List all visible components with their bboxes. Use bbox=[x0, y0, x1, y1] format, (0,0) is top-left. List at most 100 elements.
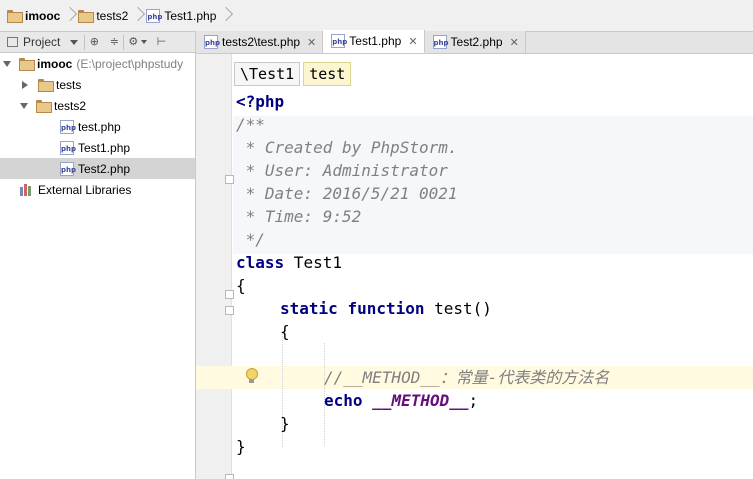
breadcrumb-separator bbox=[65, 4, 73, 28]
breadcrumb-separator bbox=[133, 4, 141, 28]
code-line: * Date: 2016/5/21 0021 bbox=[236, 182, 458, 205]
tree-item-tests2[interactable]: tests2 bbox=[0, 95, 195, 116]
method-signature: test() bbox=[424, 299, 492, 318]
breadcrumb-tests2[interactable]: tests2 bbox=[75, 4, 131, 28]
tree-item-test1-php[interactable]: Test1.php bbox=[0, 137, 195, 158]
tree-item-test2-php[interactable]: Test2.php bbox=[0, 158, 195, 179]
lightbulb-icon[interactable] bbox=[244, 366, 258, 386]
code-editor[interactable]: \Test1 test <?php /** * Created by PhpSt… bbox=[196, 54, 753, 479]
folder-icon bbox=[36, 100, 52, 113]
php-file-icon bbox=[432, 35, 449, 49]
tree-item-label: test.php bbox=[78, 119, 121, 134]
tree-item-tests[interactable]: tests bbox=[0, 74, 195, 95]
breadcrumb-imooc[interactable]: imooc bbox=[4, 4, 63, 28]
code-line: * Created by PhpStorm. bbox=[236, 136, 458, 159]
navigation-bar: imooc tests2 Test1.php bbox=[0, 0, 753, 32]
project-toolbar: Project ⊕ ≑ ⚙ ⊢ bbox=[0, 32, 196, 53]
scroll-from-source-icon[interactable]: ⊕ bbox=[88, 36, 100, 48]
code-line: <?php bbox=[236, 90, 284, 113]
tab-label: Test1.php bbox=[349, 34, 402, 48]
expanded-arrow-icon[interactable] bbox=[20, 102, 28, 109]
code-content: <?php /** * Created by PhpStorm. * User:… bbox=[196, 54, 753, 479]
tree-item-label: External Libraries bbox=[38, 182, 132, 197]
tab-tests2-test-php[interactable]: tests2\test.php ✕ bbox=[196, 31, 324, 53]
code-line: * Time: 9:52 bbox=[236, 205, 362, 228]
breadcrumb-label: Test1.php bbox=[164, 8, 217, 23]
hide-panel-icon[interactable]: ⊢ bbox=[155, 36, 167, 48]
code-line: echo __METHOD__; bbox=[324, 389, 478, 412]
project-view-label: Project bbox=[23, 35, 61, 49]
tree-item-imooc[interactable]: imooc (E:\project\phpstudy bbox=[0, 53, 195, 74]
keyword: static bbox=[280, 299, 338, 318]
close-icon[interactable]: ✕ bbox=[510, 36, 519, 49]
doc-comment: /** bbox=[236, 115, 265, 134]
keyword: echo bbox=[324, 391, 363, 410]
php-file-icon bbox=[204, 35, 220, 49]
brace: } bbox=[280, 414, 290, 433]
tab-test2-php[interactable]: Test2.php ✕ bbox=[424, 31, 526, 53]
code-line: */ bbox=[236, 228, 265, 251]
fold-marker[interactable] bbox=[225, 474, 234, 479]
folder-icon bbox=[38, 79, 54, 92]
fold-marker[interactable] bbox=[225, 290, 234, 299]
editor-tabs: tests2\test.php ✕ Test1.php ✕ Test2.php … bbox=[196, 30, 753, 54]
collapse-all-icon[interactable]: ≑ bbox=[108, 36, 120, 48]
brace: { bbox=[280, 322, 290, 341]
php-file-icon bbox=[331, 34, 347, 48]
code-line: { bbox=[280, 320, 290, 343]
code-line: /** bbox=[236, 113, 265, 136]
fold-marker[interactable] bbox=[225, 175, 234, 184]
php-file-icon bbox=[60, 161, 76, 176]
php-file-icon bbox=[60, 140, 76, 155]
tree-item-label: tests bbox=[56, 77, 82, 92]
doc-comment: * Time: 9:52 bbox=[236, 207, 362, 226]
code-line: class Test1 bbox=[236, 251, 342, 274]
close-icon[interactable]: ✕ bbox=[307, 36, 316, 49]
breadcrumb-label: imooc bbox=[25, 8, 61, 23]
brace: { bbox=[236, 276, 246, 295]
project-tree: imooc (E:\project\phpstudy tests tests2 … bbox=[0, 53, 196, 479]
doc-comment: */ bbox=[236, 230, 265, 249]
code-line: //__METHOD__：常量-代表类的方法名 bbox=[324, 366, 609, 389]
doc-comment: * Date: 2016/5/21 0021 bbox=[236, 184, 458, 203]
brace: } bbox=[236, 437, 246, 456]
tree-item-test-php[interactable]: test.php bbox=[0, 116, 195, 137]
code-line: * User: Administrator bbox=[236, 159, 448, 182]
breadcrumb-separator bbox=[221, 4, 229, 28]
code-line: } bbox=[236, 435, 246, 458]
toolbar-separator bbox=[84, 34, 86, 50]
keyword: function bbox=[347, 299, 425, 318]
close-icon[interactable]: ✕ bbox=[408, 35, 417, 48]
collapsed-arrow-icon[interactable] bbox=[22, 80, 28, 89]
tree-item-label: Test2.php bbox=[78, 161, 131, 176]
project-view-selector[interactable]: Project bbox=[4, 33, 81, 52]
gear-icon[interactable]: ⚙ bbox=[127, 36, 139, 48]
library-icon bbox=[20, 183, 34, 196]
project-view-icon bbox=[7, 37, 18, 47]
class-name: Test1 bbox=[284, 253, 342, 272]
semicolon: ; bbox=[468, 391, 479, 410]
gear-dropdown-arrow-icon bbox=[141, 40, 148, 44]
doc-comment: * User: Administrator bbox=[236, 161, 448, 180]
code-line: } bbox=[280, 412, 290, 435]
breadcrumb-test1-php[interactable]: Test1.php bbox=[143, 4, 219, 28]
folder-icon bbox=[78, 10, 95, 23]
tree-item-label: Test1.php bbox=[78, 140, 131, 155]
tree-item-path: (E:\project\phpstudy bbox=[76, 56, 184, 71]
php-open-tag: <?php bbox=[236, 92, 285, 111]
php-file-icon bbox=[146, 8, 162, 23]
tab-test1-php[interactable]: Test1.php ✕ bbox=[323, 30, 425, 53]
code-line: { bbox=[236, 274, 246, 297]
php-file-icon bbox=[60, 119, 76, 134]
keyword: class bbox=[236, 253, 285, 272]
toolbar-separator bbox=[123, 34, 125, 50]
tree-item-external-libraries[interactable]: External Libraries bbox=[0, 179, 195, 200]
doc-comment: * Created by PhpStorm. bbox=[236, 138, 458, 157]
tab-label: tests2\test.php bbox=[222, 35, 301, 49]
expanded-arrow-icon[interactable] bbox=[3, 60, 11, 67]
folder-icon bbox=[19, 58, 35, 71]
dropdown-arrow-icon bbox=[70, 39, 79, 45]
magic-constant: __METHOD__ bbox=[372, 391, 469, 410]
fold-marker[interactable] bbox=[225, 306, 234, 315]
breadcrumb-label: tests2 bbox=[96, 8, 129, 23]
